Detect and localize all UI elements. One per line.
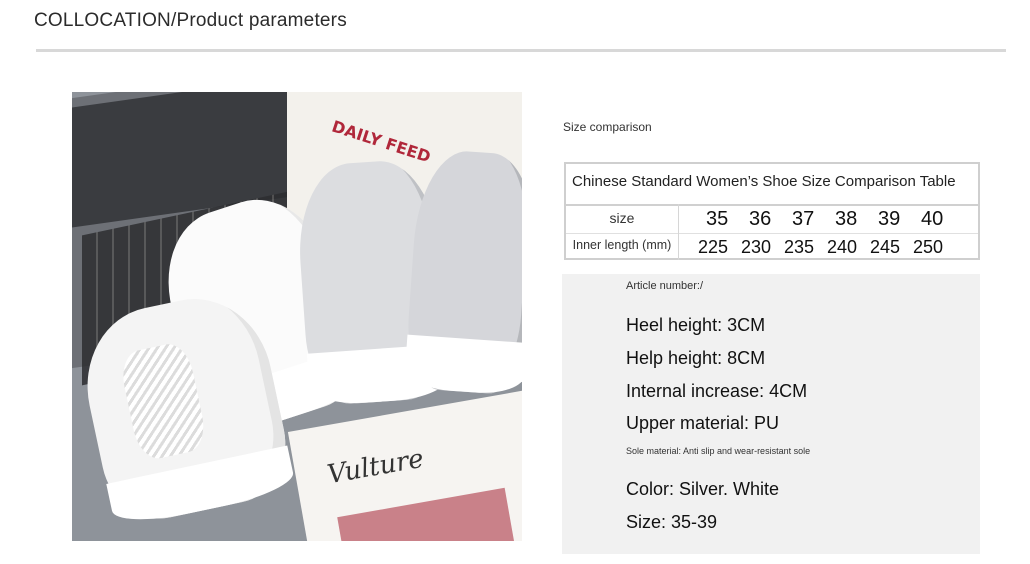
size-cell: 39 (878, 208, 901, 230)
table-column-divider (678, 204, 679, 260)
help-height: Help height: 8CM (626, 348, 766, 368)
inner-length-cell: 240 (827, 237, 858, 257)
size-row-label: size (609, 210, 635, 226)
lace-panel (117, 340, 210, 463)
table-row-divider (566, 233, 978, 234)
inner-length-row: 225 230 235 240 245 250 (698, 237, 956, 258)
upper-material: Upper material: PU (626, 413, 780, 433)
shoe-sole (106, 445, 297, 529)
inner-length-row-label: Inner length (mm) (572, 238, 672, 252)
size-cell: 37 (792, 208, 815, 230)
product-parameters-panel: Article number:/ Heel height: 3CM Help h… (562, 274, 980, 554)
size-comparison-table: Chinese Standard Women’s Shoe Size Compa… (564, 162, 980, 260)
inner-length-cell: 230 (741, 237, 772, 257)
page-title: COLLOCATION/Product parameters (34, 10, 347, 31)
table-divider (566, 204, 978, 206)
inner-length-cell: 225 (698, 237, 729, 257)
heel-height: Heel height: 3CM (626, 315, 766, 335)
size-row: 35 36 37 38 39 40 (706, 208, 964, 231)
article-number: Article number:/ (626, 280, 704, 292)
inner-length-cell: 235 (784, 237, 815, 257)
size-cell: 35 (706, 208, 729, 230)
size-comparison-caption: Size comparison (563, 120, 652, 134)
size-range: Size: 35-39 (626, 512, 718, 532)
header-divider (36, 49, 1006, 52)
inner-length-cell: 245 (870, 237, 901, 257)
product-photo: DAILY FEED Vulture (72, 92, 522, 541)
size-cell: 38 (835, 208, 858, 230)
size-cell: 40 (921, 208, 944, 230)
color-option: Color: Silver. White (626, 479, 780, 499)
size-table-title: Chinese Standard Women’s Shoe Size Compa… (572, 173, 956, 190)
sole-material: Sole material: Anti slip and wear-resist… (626, 446, 811, 456)
internal-increase: Internal increase: 4CM (626, 381, 808, 401)
inner-length-cell: 250 (913, 237, 944, 257)
size-cell: 36 (749, 208, 772, 230)
